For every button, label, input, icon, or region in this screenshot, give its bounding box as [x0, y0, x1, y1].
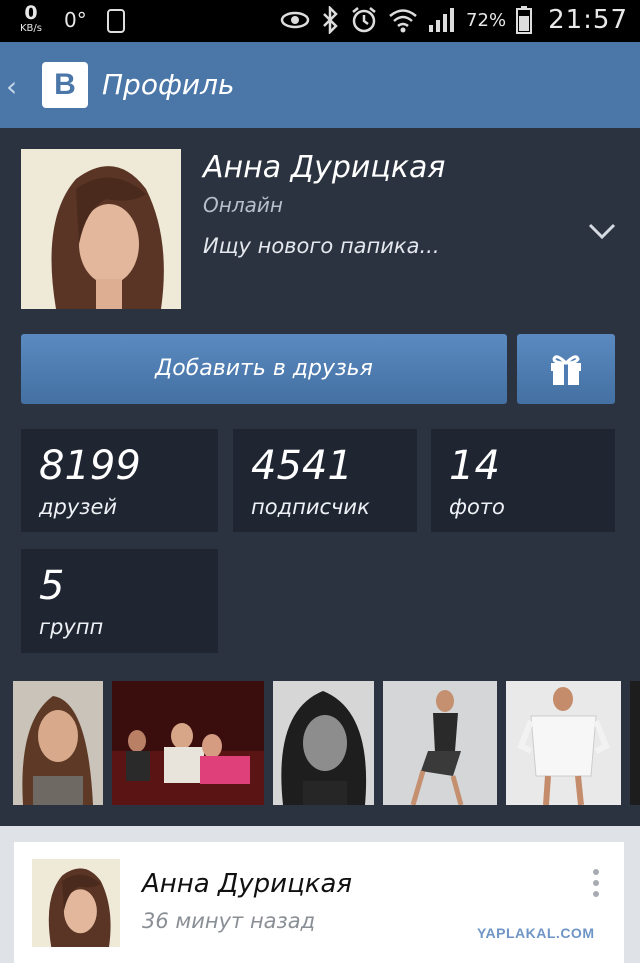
followers-label: подписчик: [251, 495, 370, 519]
clock: 21:57: [548, 5, 628, 35]
stat-photos[interactable]: 14 фото: [431, 429, 615, 532]
chevron-down-icon[interactable]: [588, 222, 616, 240]
vk-logo[interactable]: B: [42, 62, 88, 108]
post-author-avatar[interactable]: [32, 859, 120, 947]
smartwatch-icon: [107, 9, 125, 33]
photo-thumbnail[interactable]: [630, 681, 640, 805]
bluetooth-icon: [323, 6, 338, 34]
app-header: ‹ B Профиль: [0, 42, 640, 128]
followers-count: 4541: [251, 443, 353, 489]
status-bar: 0 KB/s 0° 72% 21:57: [0, 0, 640, 42]
more-options-icon[interactable]: [591, 868, 601, 898]
temperature: 0°: [64, 8, 87, 32]
back-arrow-icon[interactable]: ‹: [6, 70, 17, 103]
add-friend-button[interactable]: Добавить в друзья: [21, 334, 507, 404]
friends-label: друзей: [39, 495, 118, 519]
network-speed-value: 0: [24, 2, 38, 24]
groups-label: групп: [39, 615, 104, 639]
photos-count: 14: [449, 443, 500, 489]
photo-thumbnail[interactable]: [273, 681, 374, 805]
stat-groups[interactable]: 5 групп: [21, 549, 218, 653]
gift-button[interactable]: [517, 334, 615, 404]
wall-post[interactable]: Анна Дурицкая 36 минут назад: [14, 842, 624, 963]
photo-thumbnail[interactable]: [383, 681, 497, 805]
signal-icon: [429, 8, 455, 32]
friends-count: 8199: [39, 443, 141, 489]
battery-icon: [516, 6, 533, 34]
alarm-icon: [352, 7, 376, 33]
profile-avatar[interactable]: [21, 149, 181, 309]
photo-thumbnail[interactable]: [112, 681, 264, 805]
photo-thumbnail[interactable]: [13, 681, 103, 805]
online-status: Онлайн: [203, 193, 283, 217]
groups-count: 5: [39, 563, 65, 609]
page-title: Профиль: [102, 68, 235, 101]
network-speed-unit: KB/s: [20, 23, 42, 34]
profile-status-text: Ищу нового папика...: [203, 234, 440, 258]
profile-name: Анна Дурицкая: [203, 150, 446, 185]
photos-label: фото: [449, 495, 505, 519]
eye-icon: [280, 11, 310, 29]
gift-icon: [551, 355, 581, 385]
photo-thumbnail[interactable]: [506, 681, 621, 805]
post-timestamp: 36 минут назад: [142, 909, 316, 933]
network-speed: 0 KB/s: [14, 3, 48, 35]
post-author-name[interactable]: Анна Дурицкая: [142, 869, 352, 899]
battery-percent: 72%: [466, 9, 507, 31]
watermark: YAPLAKAL.COM: [477, 925, 595, 941]
stat-followers[interactable]: 4541 подписчик: [233, 429, 417, 532]
stat-friends[interactable]: 8199 друзей: [21, 429, 218, 532]
photo-strip: [0, 681, 640, 805]
wifi-icon: [389, 9, 417, 33]
